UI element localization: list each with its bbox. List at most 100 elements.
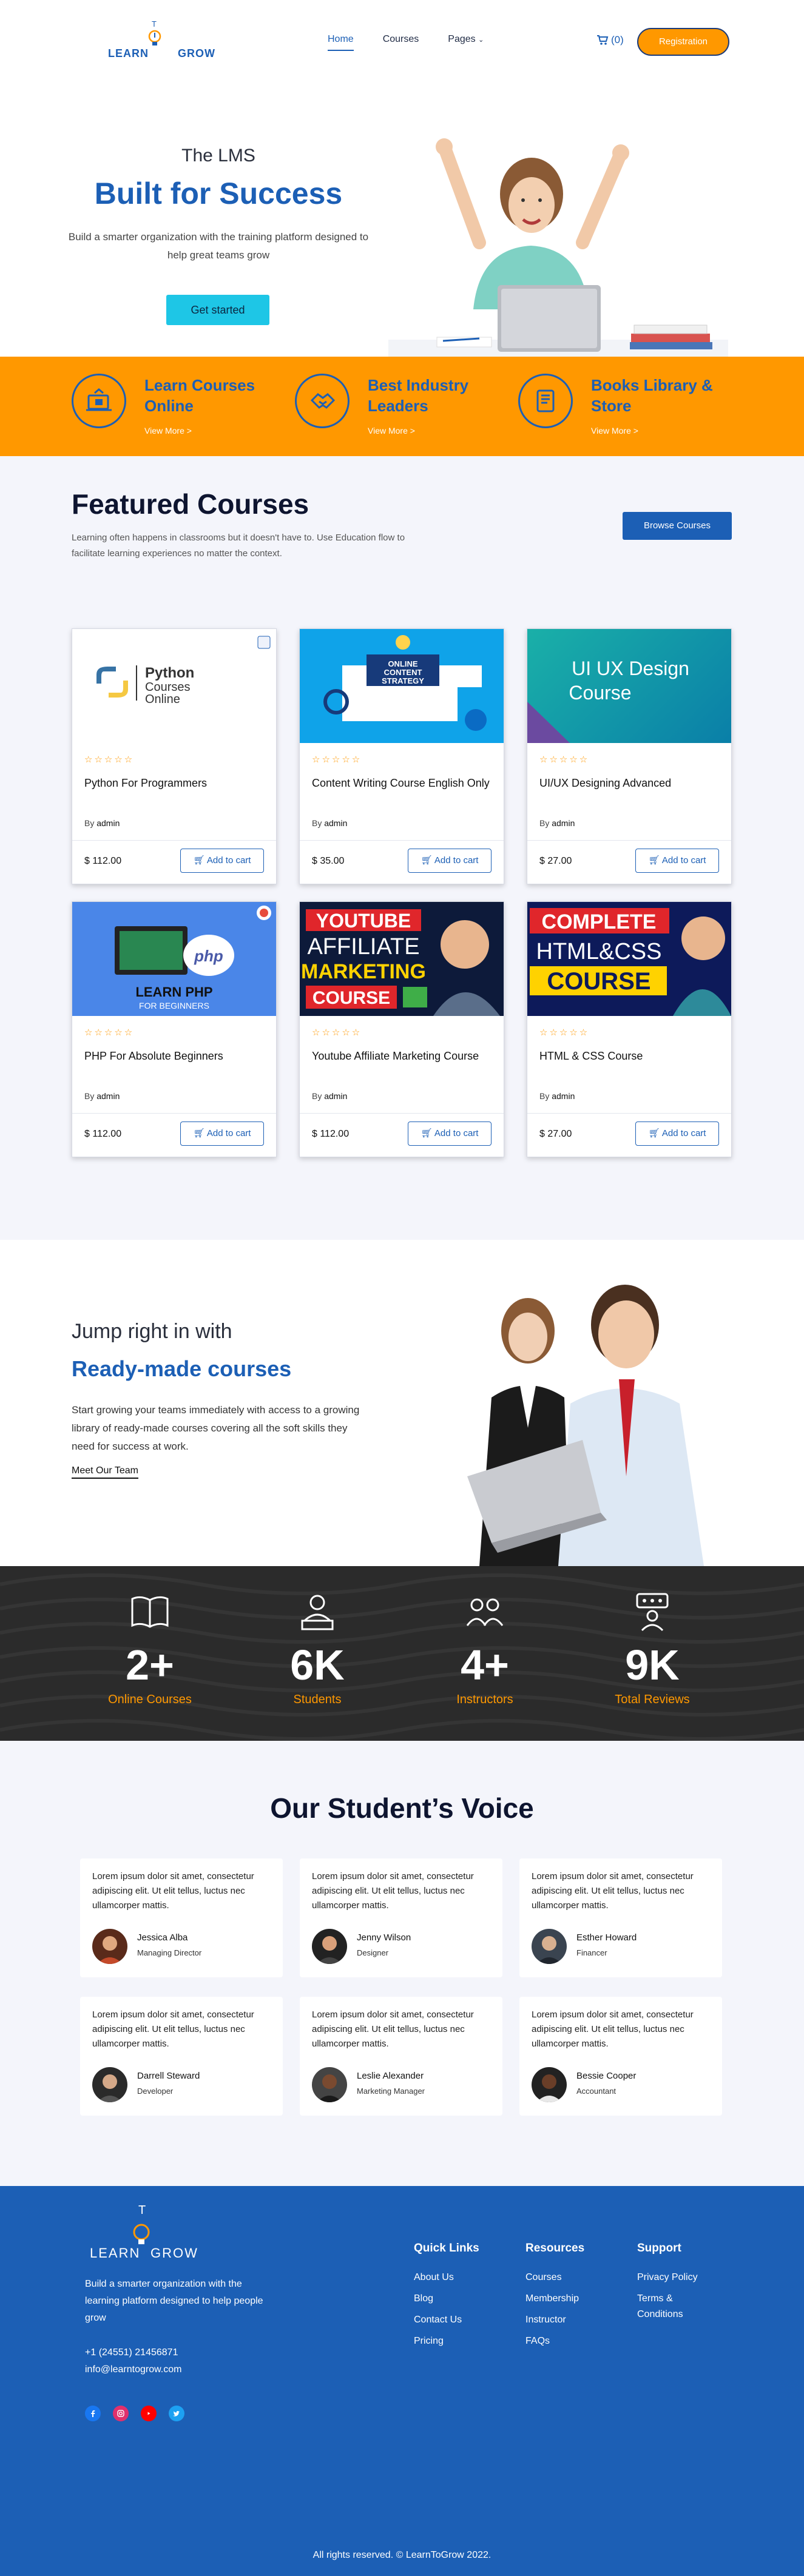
svg-text:MARKETING: MARKETING (301, 960, 426, 983)
person-role: Financer (576, 1948, 607, 1957)
footer-link-privacy[interactable]: Privacy Policy (637, 2270, 716, 2285)
course-thumbnail[interactable]: Python Courses Online (72, 629, 276, 743)
course-author[interactable]: admin (324, 1091, 347, 1101)
course-thumbnail[interactable]: YOUTUBE AFFILIATE MARKETING COURSE (300, 902, 504, 1016)
nav-courses[interactable]: Courses (383, 34, 419, 51)
divider (300, 840, 504, 841)
course-thumbnail[interactable]: COMPLETE HTML&CSS COURSE (527, 902, 731, 1016)
course-card[interactable]: COMPLETE HTML&CSS COURSE ☆☆☆☆☆ HTML & CS… (527, 901, 732, 1157)
svg-text:php: php (194, 947, 223, 965)
svg-text:AFFILIATE: AFFILIATE (307, 934, 419, 960)
course-thumbnail[interactable]: UI UX Design Course (527, 629, 731, 743)
feature-title: Learn Courses Online (144, 376, 255, 415)
footer-link-pricing[interactable]: Pricing (414, 2333, 479, 2349)
view-more-link[interactable]: View More > (591, 426, 638, 435)
cart-icon (597, 35, 609, 45)
testimonials-section: Our Student’s Voice Lorem ipsum dolor si… (0, 1741, 804, 2186)
cart-link[interactable]: (0) (596, 34, 624, 46)
course-title[interactable]: HTML & CSS Course (539, 1048, 719, 1064)
ready-made-section: Jump right in with Ready-made courses St… (0, 1240, 804, 1566)
avatar (312, 1929, 347, 1964)
person-role: Accountant (576, 2087, 617, 2096)
person-name: Jenny Wilson (357, 1932, 411, 1943)
view-more-link[interactable]: View More > (368, 426, 415, 435)
footer-link-courses[interactable]: Courses (525, 2270, 584, 2285)
feature-books-library[interactable]: Books Library & Store View More > (518, 370, 737, 443)
hero-title: Built for Success (94, 177, 343, 210)
footer-link-contact[interactable]: Contact Us (414, 2312, 479, 2328)
footer-phone[interactable]: +1 (24551) 21456871 (85, 2347, 178, 2358)
footer-logo[interactable]: T LEARN GROW (85, 2197, 206, 2264)
nav-pages[interactable]: Pages ⌄ (448, 34, 484, 51)
person-name: Bessie Cooper (576, 2071, 637, 2081)
site-logo[interactable]: T LEARN GROW (108, 19, 215, 63)
footer-support: Support Privacy Policy Terms & Condition… (637, 2242, 716, 2328)
footer-link-about[interactable]: About Us (414, 2270, 479, 2285)
instagram-icon[interactable] (113, 2406, 129, 2421)
svg-text:T: T (138, 2204, 146, 2217)
nav-home[interactable]: Home (328, 34, 354, 51)
add-to-cart-button[interactable]: 🛒︎ Add to cart (408, 849, 492, 873)
course-title[interactable]: Youtube Affiliate Marketing Course (312, 1048, 492, 1064)
ready-pretitle: Jump right in with (72, 1320, 232, 1343)
registration-button[interactable]: Registration (637, 28, 729, 56)
meet-our-team-link[interactable]: Meet Our Team (72, 1465, 138, 1479)
divider (300, 1113, 504, 1114)
course-card[interactable]: php LEARN PHP FOR BEGINNERS ☆☆☆☆☆ PHP Fo… (72, 901, 277, 1157)
course-title[interactable]: PHP For Absolute Beginners (84, 1048, 264, 1064)
course-price: $ 112.00 (312, 1129, 350, 1139)
footer-link-membership[interactable]: Membership (525, 2291, 584, 2307)
course-thumbnail[interactable]: php LEARN PHP FOR BEGINNERS (72, 902, 276, 1016)
get-started-button[interactable]: Get started (166, 295, 269, 325)
stat-instructors: 4+ Instructors (418, 1590, 552, 1707)
twitter-icon[interactable] (169, 2406, 184, 2421)
browse-courses-button[interactable]: Browse Courses (623, 512, 732, 540)
facebook-icon[interactable] (85, 2406, 101, 2421)
svg-text:Courses: Courses (145, 681, 190, 694)
view-more-link[interactable]: View More > (144, 426, 192, 435)
logo-word-grow: GROW (178, 47, 216, 59)
svg-text:HTML&CSS: HTML&CSS (536, 939, 662, 964)
footer-link-faqs[interactable]: FAQs (525, 2333, 584, 2349)
footer-link-blog[interactable]: Blog (414, 2291, 479, 2307)
footer-about: Build a smarter organization with the le… (85, 2279, 263, 2323)
person-name: Darrell Steward (137, 2071, 200, 2081)
course-title[interactable]: Python For Programmers (84, 775, 264, 792)
youtube-icon[interactable] (141, 2406, 157, 2421)
course-price: $ 112.00 (84, 856, 122, 866)
testimonial-card: Lorem ipsum dolor sit amet, consectetur … (80, 1858, 283, 1977)
feature-industry-leaders[interactable]: Best Industry Leaders View More > (295, 370, 513, 443)
course-author[interactable]: admin (552, 818, 575, 828)
course-author[interactable]: admin (552, 1091, 575, 1101)
logo-word-learn: LEARN (108, 47, 149, 59)
testimonial-card: Lorem ipsum dolor sit amet, consectetur … (80, 1997, 283, 2116)
course-card[interactable]: ONLINE CONTENT STRATEGY ☆☆☆☆☆ Content Wr… (299, 628, 504, 884)
add-to-cart-button[interactable]: 🛒︎ Add to cart (635, 849, 719, 873)
main-nav: Home Courses Pages ⌄ (328, 34, 484, 51)
section-subtitle: Learning often happens in classrooms but… (72, 533, 405, 559)
course-title[interactable]: UI/UX Designing Advanced (539, 775, 719, 792)
course-thumbnail[interactable]: ONLINE CONTENT STRATEGY (300, 629, 504, 743)
footer-email[interactable]: info@learntogrow.com (85, 2364, 181, 2375)
svg-text:COURSE: COURSE (547, 968, 650, 995)
avatar (532, 2067, 567, 2102)
footer-link-instructor[interactable]: Instructor (525, 2312, 584, 2328)
person-role: Developer (137, 2087, 174, 2096)
social-links (85, 2406, 184, 2421)
course-card[interactable]: Python Courses Online ☆☆☆☆☆ Python For P… (72, 628, 277, 884)
add-to-cart-button[interactable]: 🛒︎ Add to cart (408, 1122, 492, 1146)
course-title[interactable]: Content Writing Course English Only (312, 775, 492, 792)
course-card[interactable]: UI UX Design Course ☆☆☆☆☆ UI/UX Designin… (527, 628, 732, 884)
stats-section: 2+ Online Courses 6K Students 4+ Instruc… (0, 1566, 804, 1741)
course-author[interactable]: admin (96, 1091, 120, 1101)
add-to-cart-button[interactable]: 🛒︎ Add to cart (180, 1122, 264, 1146)
course-author[interactable]: admin (324, 818, 347, 828)
course-author[interactable]: admin (96, 818, 120, 828)
add-to-cart-button[interactable]: 🛒︎ Add to cart (180, 849, 264, 873)
feature-learn-courses[interactable]: Learn Courses Online View More > (72, 370, 290, 443)
stat-label: Instructors (456, 1693, 513, 1706)
course-card[interactable]: YOUTUBE AFFILIATE MARKETING COURSE ☆☆☆☆☆… (299, 901, 504, 1157)
avatar (532, 1929, 567, 1964)
footer-link-terms[interactable]: Terms & Conditions (637, 2291, 716, 2322)
add-to-cart-button[interactable]: 🛒︎ Add to cart (635, 1122, 719, 1146)
